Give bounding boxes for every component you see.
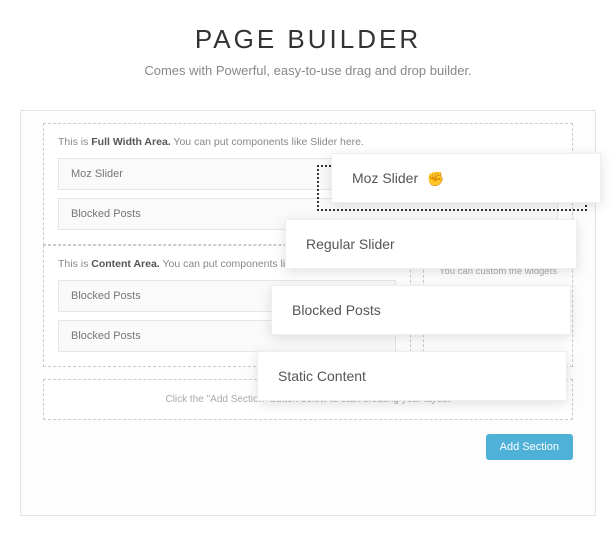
page-title: PAGE BUILDER — [0, 24, 616, 55]
fullwidth-area-label: This is Full Width Area. You can put com… — [58, 136, 558, 148]
picker-option-blocked-posts[interactable]: Blocked Posts — [271, 285, 571, 335]
builder-frame: This is Full Width Area. You can put com… — [20, 110, 596, 516]
picker-option-moz-slider[interactable]: Moz Slider — [331, 153, 601, 203]
grab-cursor-icon: ✊ — [426, 170, 445, 188]
picker-option-regular-slider[interactable]: Regular Slider — [285, 219, 577, 269]
page-subtitle: Comes with Powerful, easy-to-use drag an… — [0, 63, 616, 78]
picker-option-static-content[interactable]: Static Content — [257, 351, 567, 401]
add-section-button[interactable]: Add Section — [486, 434, 573, 460]
